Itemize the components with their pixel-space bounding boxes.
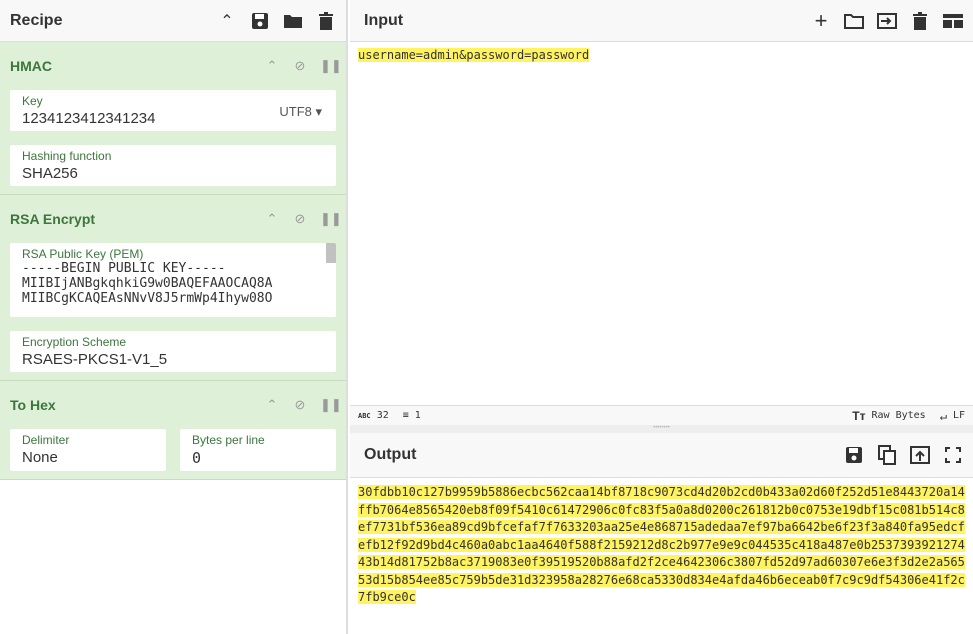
field-label: Hashing function bbox=[22, 149, 112, 163]
lines-icon: ≡ bbox=[402, 410, 409, 421]
input-textarea[interactable]: username=admin&password=password bbox=[350, 42, 973, 405]
trash-icon[interactable] bbox=[316, 11, 336, 31]
op-title: HMAC bbox=[10, 58, 52, 74]
key-line: -----BEGIN PUBLIC KEY----- bbox=[22, 261, 226, 276]
key-line: MIIBCgKCAQEAsNNvV8J5rmWp4Ihyw08O bbox=[22, 291, 273, 306]
recipe-panel: Recipe ⌃ HMAC ⌃ ⊘ ❚❚ Key 1234123412341234 … bbox=[0, 0, 348, 634]
io-panel: Input + username=admin&password=password… bbox=[350, 0, 973, 634]
disable-icon[interactable]: ⊘ bbox=[292, 397, 308, 413]
output-title: Output bbox=[364, 446, 417, 463]
field-label: Delimiter bbox=[22, 433, 70, 447]
copy-icon[interactable] bbox=[877, 445, 897, 465]
operation-to-hex: To Hex ⌃ ⊘ ❚❚ Delimiter None Bytes per lin… bbox=[0, 381, 346, 480]
add-icon[interactable]: + bbox=[811, 8, 831, 33]
scrollbar[interactable] bbox=[326, 243, 336, 263]
field-value[interactable]: SHA256 bbox=[22, 165, 324, 182]
abc-icon: ABC bbox=[358, 411, 371, 420]
disable-icon[interactable]: ⊘ bbox=[292, 211, 308, 227]
layout-icon[interactable] bbox=[943, 11, 963, 31]
encoding-label[interactable]: Raw Bytes bbox=[872, 410, 926, 421]
recipe-header: Recipe ⌃ bbox=[0, 0, 346, 42]
open-folder-icon[interactable] bbox=[844, 11, 864, 31]
pause-icon[interactable]: ❚❚ bbox=[320, 211, 342, 227]
replace-input-icon[interactable] bbox=[910, 445, 930, 465]
save-icon[interactable] bbox=[250, 11, 270, 31]
encryption-scheme-field[interactable]: Encryption Scheme RSAES-PKCS1-V1_5 bbox=[10, 331, 336, 372]
chevron-up-icon[interactable]: ⌃ bbox=[264, 211, 280, 227]
delimiter-field[interactable]: Delimiter None bbox=[10, 429, 166, 471]
line-count: 1 bbox=[414, 410, 421, 421]
save-icon[interactable] bbox=[844, 445, 864, 465]
field-label: Encryption Scheme bbox=[22, 335, 127, 349]
encoding-dropdown[interactable]: UTF8 ▾ bbox=[279, 104, 322, 120]
rsa-key-textarea[interactable]: RSA Public Key (PEM) -----BEGIN PUBLIC K… bbox=[10, 243, 336, 317]
chevron-up-icon[interactable]: ⌃ bbox=[264, 397, 280, 413]
maximize-icon[interactable] bbox=[943, 445, 963, 465]
output-header: Output bbox=[350, 433, 973, 478]
field-label: Bytes per line bbox=[192, 433, 265, 447]
operation-hmac: HMAC ⌃ ⊘ ❚❚ Key 1234123412341234 UTF8 ▾ Ha… bbox=[0, 42, 346, 195]
recipe-title: Recipe bbox=[10, 11, 63, 29]
text-encoding-icon[interactable]: Tт bbox=[852, 409, 865, 423]
operation-rsa-encrypt: RSA Encrypt ⌃ ⊘ ❚❚ RSA Public Key (PEM) --… bbox=[0, 195, 346, 381]
input-text: username=admin&password=password bbox=[358, 48, 590, 62]
op-title: RSA Encrypt bbox=[10, 211, 96, 227]
field-value[interactable]: 0 bbox=[192, 449, 324, 467]
field-value[interactable]: RSAES-PKCS1-V1_5 bbox=[22, 351, 324, 368]
trash-icon[interactable] bbox=[910, 11, 930, 31]
char-count: 32 bbox=[376, 410, 389, 421]
hashing-function-field[interactable]: Hashing function SHA256 bbox=[10, 145, 336, 186]
pause-icon[interactable]: ❚❚ bbox=[320, 58, 342, 74]
eol-icon[interactable]: ↵ bbox=[940, 409, 947, 423]
collapse-all-icon[interactable]: ⌃ bbox=[217, 11, 237, 31]
import-icon[interactable] bbox=[877, 11, 897, 31]
op-title: To Hex bbox=[10, 397, 56, 413]
bytes-per-line-field[interactable]: Bytes per line 0 bbox=[180, 429, 336, 471]
key-field[interactable]: Key 1234123412341234 UTF8 ▾ bbox=[10, 90, 336, 131]
chevron-up-icon[interactable]: ⌃ bbox=[264, 58, 280, 74]
folder-icon[interactable] bbox=[283, 11, 303, 31]
pause-icon[interactable]: ❚❚ bbox=[320, 397, 342, 413]
field-value[interactable]: None bbox=[22, 449, 154, 466]
input-title: Input bbox=[364, 11, 404, 29]
output-text: 30fdbb10c127b9959b5886ecbc562caa14bf8718… bbox=[358, 485, 965, 604]
encoding-value: UTF8 bbox=[279, 104, 312, 119]
output-textarea[interactable]: 30fdbb10c127b9959b5886ecbc562caa14bf8718… bbox=[350, 478, 973, 613]
key-line: MIIBIjANBgkqhkiG9w0BAQEFAAOCAQ8A bbox=[22, 276, 273, 291]
input-status-bar: ABC 32 ≡ 1 Tт Raw Bytes ↵ LF bbox=[350, 405, 973, 425]
resize-handle[interactable]: •••••••• bbox=[350, 425, 973, 433]
field-label: RSA Public Key (PEM) bbox=[22, 247, 144, 261]
disable-icon[interactable]: ⊘ bbox=[292, 58, 308, 74]
input-header: Input + bbox=[350, 0, 973, 42]
eol-label[interactable]: LF bbox=[953, 410, 965, 421]
